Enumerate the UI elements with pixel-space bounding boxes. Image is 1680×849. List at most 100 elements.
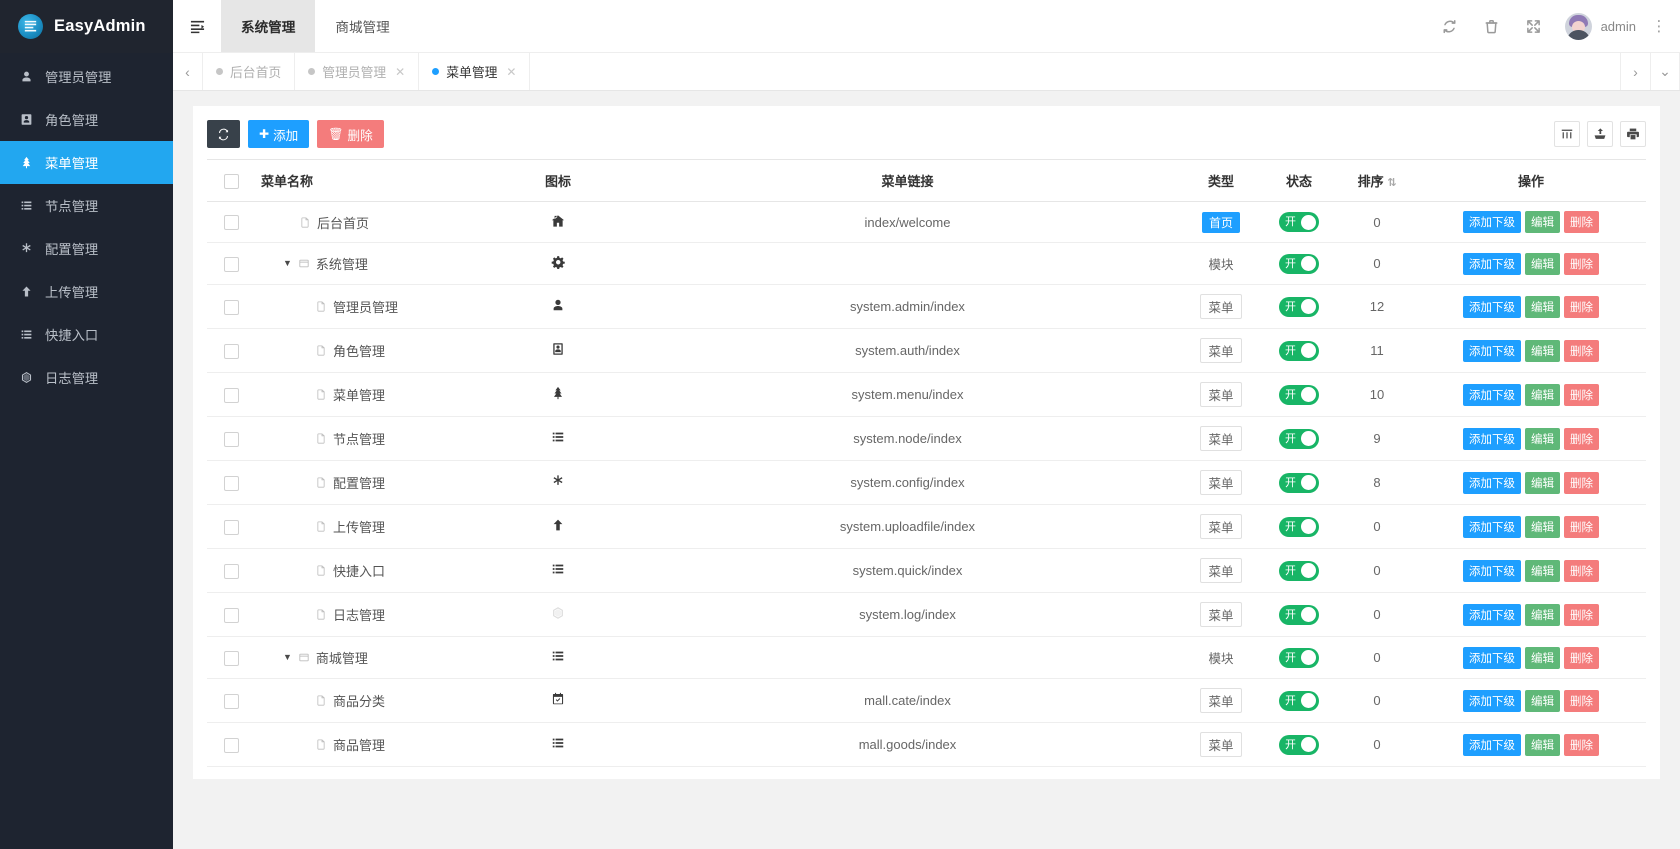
add-sub-button[interactable]: 添加下级 [1463,384,1521,406]
table-row[interactable]: 配置管理system.config/index菜单开8添加下级编辑删除 [207,461,1646,505]
delete-row-button[interactable]: 删除 [1564,734,1599,756]
sidebar-item-config[interactable]: 配置管理 [0,227,173,270]
sidebar-item-menu[interactable]: 菜单管理 [0,141,173,184]
edit-button[interactable]: 编辑 [1525,516,1560,538]
table-row[interactable]: 日志管理system.log/index菜单开0添加下级编辑删除 [207,593,1646,637]
edit-button[interactable]: 编辑 [1525,560,1560,582]
sidebar-item-admin[interactable]: 管理员管理 [0,55,173,98]
delete-row-button[interactable]: 删除 [1564,516,1599,538]
delete-row-button[interactable]: 删除 [1564,253,1599,275]
delete-row-button[interactable]: 删除 [1564,428,1599,450]
select-all-checkbox[interactable] [224,174,239,189]
export-icon[interactable] [1587,121,1613,147]
edit-button[interactable]: 编辑 [1525,472,1560,494]
edit-button[interactable]: 编辑 [1525,428,1560,450]
add-sub-button[interactable]: 添加下级 [1463,690,1521,712]
edit-button[interactable]: 编辑 [1525,690,1560,712]
sidebar-item-log[interactable]: 日志管理 [0,356,173,399]
menu-toggle-icon[interactable] [173,0,221,52]
delete-row-button[interactable]: 删除 [1564,384,1599,406]
status-toggle[interactable]: 开 [1279,735,1319,755]
table-row[interactable]: 管理员管理system.admin/index菜单开12添加下级编辑删除 [207,285,1646,329]
add-sub-button[interactable]: 添加下级 [1463,516,1521,538]
add-sub-button[interactable]: 添加下级 [1463,604,1521,626]
table-row[interactable]: 后台首页index/welcome首页开0添加下级编辑删除 [207,202,1646,243]
sidebar-item-quick[interactable]: 快捷入口 [0,313,173,356]
add-sub-button[interactable]: 添加下级 [1463,647,1521,669]
chevron-right-icon[interactable]: › [1620,53,1650,90]
row-checkbox[interactable] [224,651,239,666]
status-toggle[interactable]: 开 [1279,212,1319,232]
edit-button[interactable]: 编辑 [1525,384,1560,406]
edit-button[interactable]: 编辑 [1525,734,1560,756]
add-sub-button[interactable]: 添加下级 [1463,211,1521,233]
print-icon[interactable] [1620,121,1646,147]
edit-button[interactable]: 编辑 [1525,296,1560,318]
vertical-dots-icon[interactable]: ⋮ [1644,0,1674,53]
table-row[interactable]: 上传管理system.uploadfile/index菜单开0添加下级编辑删除 [207,505,1646,549]
trash-icon[interactable] [1471,0,1513,53]
status-toggle[interactable]: 开 [1279,429,1319,449]
row-checkbox[interactable] [224,520,239,535]
tab-admin[interactable]: 管理员管理 ✕ [295,53,419,90]
sort-arrows-icon[interactable]: ⇅ [1387,177,1396,189]
status-toggle[interactable]: 开 [1279,297,1319,317]
row-checkbox[interactable] [224,344,239,359]
status-toggle[interactable]: 开 [1279,517,1319,537]
edit-button[interactable]: 编辑 [1525,340,1560,362]
row-checkbox[interactable] [224,608,239,623]
row-checkbox[interactable] [224,215,239,230]
caret-down-icon[interactable]: ▼ [283,259,292,268]
topbar-tab-system[interactable]: 系统管理 [221,0,315,52]
row-checkbox[interactable] [224,476,239,491]
delete-row-button[interactable]: 删除 [1564,211,1599,233]
delete-row-button[interactable]: 删除 [1564,560,1599,582]
add-sub-button[interactable]: 添加下级 [1463,734,1521,756]
tab-home[interactable]: 后台首页 [203,53,295,90]
table-row[interactable]: ▼商城管理模块开0添加下级编辑删除 [207,637,1646,679]
edit-button[interactable]: 编辑 [1525,253,1560,275]
table-row[interactable]: 菜单管理system.menu/index菜单开10添加下级编辑删除 [207,373,1646,417]
add-sub-button[interactable]: 添加下级 [1463,253,1521,275]
add-sub-button[interactable]: 添加下级 [1463,472,1521,494]
delete-row-button[interactable]: 删除 [1564,647,1599,669]
table-row[interactable]: 快捷入口system.quick/index菜单开0添加下级编辑删除 [207,549,1646,593]
table-row[interactable]: 商品分类mall.cate/index菜单开0添加下级编辑删除 [207,679,1646,723]
delete-row-button[interactable]: 删除 [1564,604,1599,626]
refresh-icon[interactable] [1429,0,1471,53]
tab-menu[interactable]: 菜单管理 ✕ [419,53,530,90]
row-checkbox[interactable] [224,432,239,447]
status-toggle[interactable]: 开 [1279,648,1319,668]
add-sub-button[interactable]: 添加下级 [1463,296,1521,318]
edit-button[interactable]: 编辑 [1525,211,1560,233]
column-filter-icon[interactable] [1554,121,1580,147]
delete-row-button[interactable]: 删除 [1564,340,1599,362]
refresh-button[interactable] [207,120,240,148]
edit-button[interactable]: 编辑 [1525,647,1560,669]
status-toggle[interactable]: 开 [1279,473,1319,493]
sidebar-item-upload[interactable]: 上传管理 [0,270,173,313]
edit-button[interactable]: 编辑 [1525,604,1560,626]
delete-row-button[interactable]: 删除 [1564,296,1599,318]
status-toggle[interactable]: 开 [1279,385,1319,405]
status-toggle[interactable]: 开 [1279,691,1319,711]
add-sub-button[interactable]: 添加下级 [1463,340,1521,362]
row-checkbox[interactable] [224,694,239,709]
chevron-down-icon[interactable]: ⌄ [1650,53,1680,90]
add-sub-button[interactable]: 添加下级 [1463,428,1521,450]
close-icon[interactable]: ✕ [506,65,516,79]
row-checkbox[interactable] [224,738,239,753]
status-toggle[interactable]: 开 [1279,561,1319,581]
sidebar-item-node[interactable]: 节点管理 [0,184,173,227]
header-sort[interactable]: 排序 ⇅ [1338,160,1416,202]
delete-button[interactable]: 🗑 删除 [317,120,383,148]
brand[interactable]: EasyAdmin [0,0,173,53]
row-checkbox[interactable] [224,257,239,272]
user-menu[interactable]: admin [1555,13,1644,40]
close-icon[interactable]: ✕ [395,65,405,79]
chevron-left-icon[interactable]: ‹ [173,53,203,90]
delete-row-button[interactable]: 删除 [1564,472,1599,494]
delete-row-button[interactable]: 删除 [1564,690,1599,712]
sidebar-item-role[interactable]: 角色管理 [0,98,173,141]
status-toggle[interactable]: 开 [1279,341,1319,361]
